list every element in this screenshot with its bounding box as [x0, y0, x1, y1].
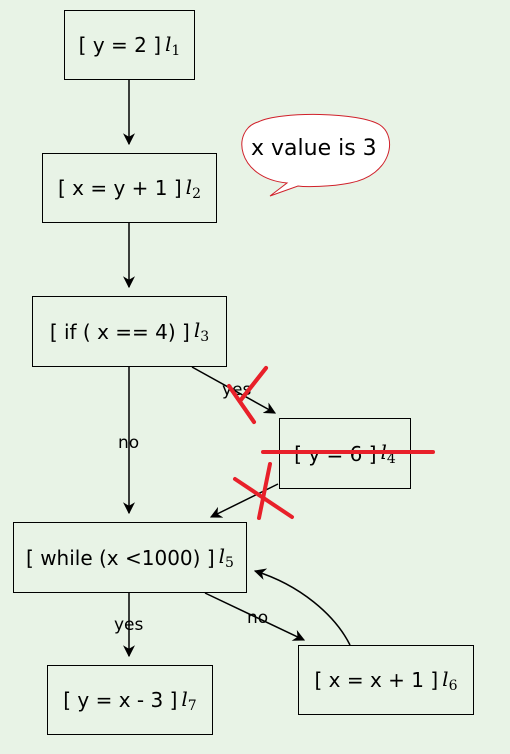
cross-overlay-layer	[227, 366, 268, 424]
cross-mark-overlay	[227, 366, 268, 424]
callout-text: x value is 3	[251, 136, 377, 161]
